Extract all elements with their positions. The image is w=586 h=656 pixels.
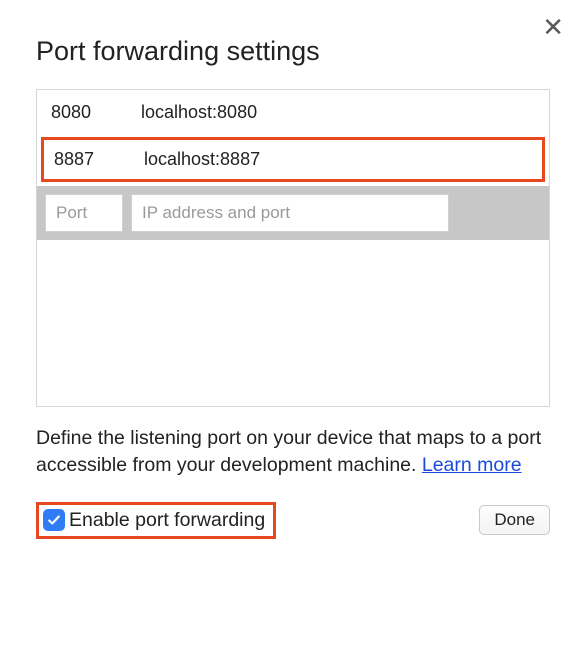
enable-forwarding-label: Enable port forwarding (69, 509, 265, 532)
enable-forwarding-option: Enable port forwarding (36, 502, 276, 539)
checkmark-icon (47, 513, 61, 527)
port-input[interactable] (45, 194, 123, 232)
done-button[interactable]: Done (479, 505, 550, 535)
port-value: 8887 (54, 149, 144, 170)
close-button[interactable]: ✕ (542, 14, 564, 40)
port-forwarding-dialog: ✕ Port forwarding settings 8080 localhos… (8, 8, 578, 648)
address-value: localhost:8080 (141, 102, 535, 123)
port-mappings-list: 8080 localhost:8080 8887 localhost:8887 (36, 89, 550, 407)
close-icon: ✕ (542, 12, 564, 42)
enable-forwarding-checkbox[interactable] (43, 509, 65, 531)
learn-more-link[interactable]: Learn more (422, 454, 522, 476)
port-value: 8080 (51, 102, 141, 123)
address-value: localhost:8887 (144, 149, 532, 170)
dialog-footer: Enable port forwarding Done (36, 502, 550, 539)
port-mapping-row[interactable]: 8887 localhost:8887 (41, 137, 545, 182)
dialog-title: Port forwarding settings (36, 36, 550, 67)
address-input[interactable] (131, 194, 449, 232)
new-mapping-input-row (37, 186, 549, 240)
port-mapping-row[interactable]: 8080 localhost:8080 (37, 90, 549, 135)
dialog-description: Define the listening port on your device… (36, 425, 550, 480)
